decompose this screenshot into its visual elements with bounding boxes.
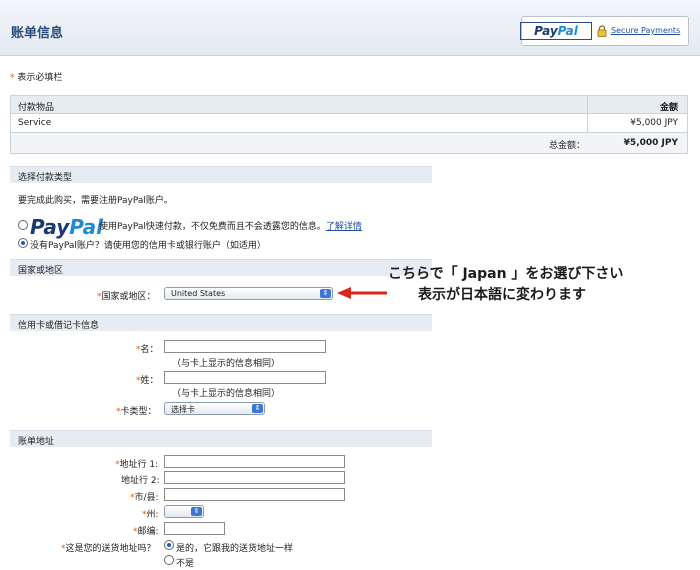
page-title: 账单信息 (11, 26, 64, 41)
total-label: 总金额： (549, 141, 586, 151)
japan-instruction-callout: こちらで「 Japan 」をお選び下さい 表示が日本語に変わります (388, 264, 623, 306)
secure-payments-link[interactable]: Secure Payments (611, 26, 680, 35)
table-header: 付款物品 金额 (11, 96, 687, 114)
shipping-yes-label: 是的，它跟我的送货地址一样 (176, 544, 294, 554)
city-label: *市/县: (130, 490, 159, 503)
radio-card[interactable] (18, 238, 28, 248)
section-card-info: 信用卡或借记卡信息 (10, 314, 432, 331)
address1-input[interactable] (164, 455, 345, 468)
select-arrow-icon: ⇕ (191, 507, 202, 516)
first-name-input[interactable] (164, 340, 326, 353)
zip-label: *邮编: (133, 524, 159, 537)
radio-shipping-no[interactable] (164, 555, 174, 565)
required-note-text: 表示必填栏 (17, 73, 63, 83)
card-type-label: *卡类型： (116, 404, 157, 417)
first-name-label: *名： (136, 342, 159, 355)
column-divider (587, 114, 588, 132)
total-row: 总金额： ¥5,000 JPY (11, 133, 687, 153)
address1-label-text: 地址行 1: (119, 460, 159, 470)
required-note: * 表示必填栏 (10, 70, 62, 83)
paypal-header-logo: PayPal (520, 22, 592, 40)
last-name-label-text: 姓： (140, 376, 159, 386)
column-header-amount: 金额 (659, 103, 678, 113)
shipping-no-label: 不是 (176, 559, 195, 569)
country-label-text: 国家或地区： (101, 292, 156, 302)
callout-line-2: 表示が日本語に変わります (418, 287, 586, 303)
radio-paypal[interactable] (18, 220, 28, 230)
last-name-hint: （与卡上显示的信息相同） (172, 389, 281, 399)
state-label-text: 州: (146, 510, 159, 520)
card-option-label: 没有PayPal账户？请使用您的信用卡或银行账户（如适用） (30, 241, 266, 251)
paypal-logo-pal: Pal (69, 215, 104, 239)
select-arrow-icon: ⇕ (252, 404, 263, 413)
first-name-label-text: 名： (140, 345, 159, 355)
zip-input[interactable] (164, 522, 225, 535)
paypal-header-logo-pal: Pal (557, 24, 578, 38)
lock-icon (597, 25, 607, 37)
last-name-label: *姓： (136, 373, 159, 386)
zip-label-text: 邮编: (137, 527, 159, 537)
country-select-value: United States (171, 289, 226, 298)
select-arrow-icon: ⇕ (320, 289, 331, 298)
radio-shipping-yes[interactable] (164, 540, 174, 550)
section-title: 选择付款类型 (18, 173, 73, 183)
card-type-label-text: 卡类型： (120, 407, 157, 417)
country-label: *国家或地区： (97, 289, 156, 302)
city-label-text: 市/县: (134, 493, 159, 503)
shipping-question-label: *这是您的送货地址吗？ (61, 541, 156, 554)
city-input[interactable] (164, 488, 345, 501)
callout-line-1: こちらで「 Japan 」をお選び下さい (388, 266, 624, 282)
paypal-header-logo-pay: Pay (534, 24, 558, 38)
card-type-select-value: 选择卡 (171, 405, 195, 414)
paypal-logo-pay: Pay (30, 215, 70, 239)
address2-input[interactable] (164, 471, 345, 484)
column-divider (587, 96, 588, 113)
state-select[interactable]: ⇕ (164, 505, 204, 518)
shipping-question-text: 这是您的送货地址吗？ (65, 544, 156, 554)
order-summary-table: 付款物品 金额 Service ¥5,000 JPY 总金额： ¥5,000 J… (10, 95, 688, 154)
item-name: Service (18, 118, 52, 128)
section-payment-type: 选择付款类型 (10, 166, 432, 183)
item-amount: ¥5,000 JPY (630, 118, 678, 128)
address1-label: *地址行 1: (115, 457, 158, 470)
section-title: 信用卡或借记卡信息 (18, 321, 100, 331)
red-arrow-icon (337, 287, 387, 299)
paypal-logo: PayPal (30, 215, 103, 239)
table-row: Service ¥5,000 JPY (11, 114, 687, 133)
section-country: 国家或地区 (10, 259, 432, 276)
section-billing-address: 账单地址 (10, 430, 432, 447)
state-label: *州: (142, 507, 159, 520)
learn-more-link[interactable]: 了解详情 (326, 222, 362, 232)
address2-label: 地址行 2: (121, 476, 160, 486)
required-star: * (10, 73, 15, 83)
section-title: 国家或地区 (18, 266, 64, 276)
card-type-select[interactable]: 选择卡 ⇕ (164, 402, 265, 415)
section-title: 账单地址 (18, 437, 55, 447)
last-name-input[interactable] (164, 371, 326, 384)
paypal-required-prompt: 要完成此购买，需要注册PayPal账户。 (18, 196, 173, 206)
paypal-option-text: 使用PayPal快速付款，不仅免费而且不会透露您的信息。 (99, 222, 326, 232)
first-name-hint: （与卡上显示的信息相同） (172, 359, 281, 369)
paypal-option-label: 使用PayPal快速付款，不仅免费而且不会透露您的信息。了解详情 (99, 219, 362, 232)
column-header-item: 付款物品 (18, 103, 55, 113)
country-select[interactable]: United States ⇕ (164, 287, 333, 300)
total-value: ¥5,000 JPY (623, 138, 678, 148)
